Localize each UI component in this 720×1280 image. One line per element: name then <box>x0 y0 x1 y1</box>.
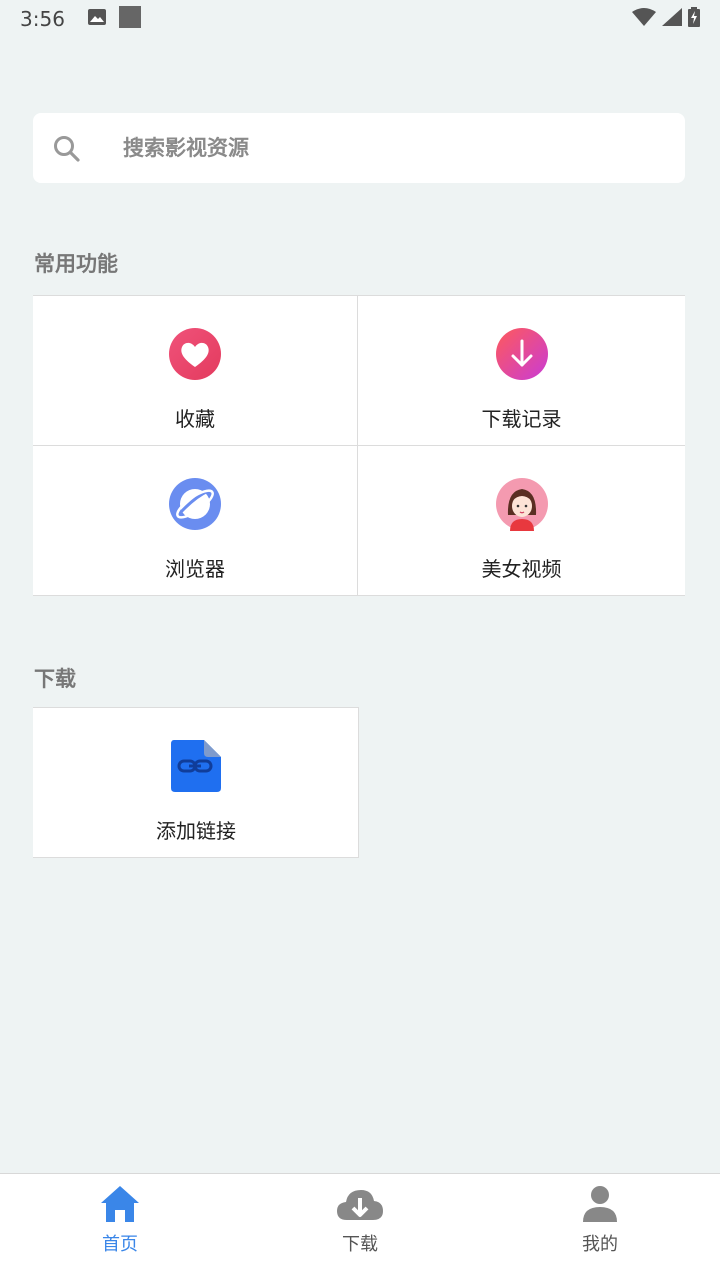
search-input[interactable] <box>123 113 663 183</box>
signal-icon <box>662 8 682 30</box>
download-circle-icon <box>495 327 549 385</box>
add-link-label: 添加链接 <box>156 819 236 843</box>
download-history-label: 下载记录 <box>481 407 562 431</box>
cloud-download-icon <box>335 1184 385 1228</box>
heart-icon <box>168 327 222 385</box>
user-icon <box>580 1184 620 1228</box>
tab-mine[interactable]: 我的 <box>480 1174 720 1280</box>
image-notification-icon <box>87 8 107 30</box>
girl-avatar-icon <box>495 477 549 535</box>
status-time: 3:56 <box>20 7 65 31</box>
beauty-videos-label: 美女视频 <box>481 557 562 581</box>
favorites-label: 收藏 <box>175 407 215 431</box>
bottom-tab-bar: 首页 下载 我的 <box>0 1173 720 1280</box>
battery-icon <box>688 7 700 31</box>
common-functions-grid: 收藏 下载记录 浏览器 美女视频 <box>33 295 685 596</box>
add-link-button[interactable]: 添加链接 <box>33 708 359 858</box>
beauty-videos-button[interactable]: 美女视频 <box>358 446 685 596</box>
wifi-icon <box>632 8 656 30</box>
section-title-download: 下载 <box>34 667 76 691</box>
tab-download[interactable]: 下载 <box>240 1174 480 1280</box>
status-bar: 3:56 <box>0 0 720 38</box>
tab-mine-label: 我的 <box>582 1234 618 1255</box>
search-icon[interactable] <box>53 135 81 167</box>
browser-button[interactable]: 浏览器 <box>33 446 358 596</box>
tab-home-label: 首页 <box>102 1234 138 1255</box>
search-bar[interactable] <box>33 113 685 183</box>
browser-label: 浏览器 <box>165 557 225 581</box>
tab-home[interactable]: 首页 <box>0 1174 240 1280</box>
download-history-button[interactable]: 下载记录 <box>358 296 685 446</box>
planet-icon <box>168 477 222 535</box>
tab-download-label: 下载 <box>342 1234 378 1255</box>
square-notification-icon <box>118 6 141 32</box>
section-title-common: 常用功能 <box>34 252 118 276</box>
download-grid: 添加链接 <box>33 707 359 858</box>
favorites-button[interactable]: 收藏 <box>33 296 358 446</box>
link-file-icon <box>170 739 222 797</box>
home-icon <box>98 1184 142 1228</box>
